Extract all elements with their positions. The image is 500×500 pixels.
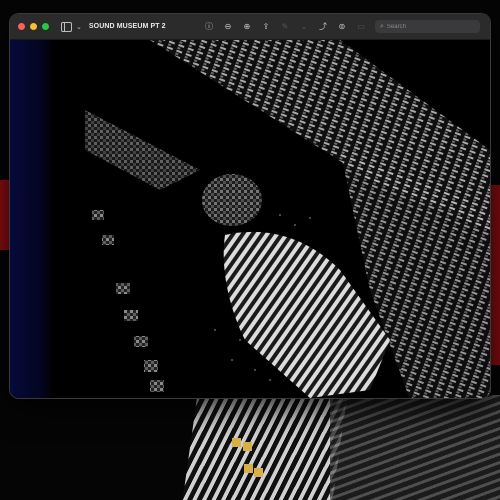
displayed-photo <box>85 40 490 398</box>
share-icon[interactable]: ⇪ <box>261 22 271 31</box>
search-field[interactable]: ⌕ <box>375 20 480 33</box>
info-icon[interactable]: ⓘ <box>204 22 214 31</box>
chevron-down-icon[interactable]: ⌄ <box>76 23 82 31</box>
zoom-out-icon[interactable]: ⊖ <box>223 22 233 31</box>
close-button[interactable] <box>18 23 25 30</box>
preview-window: ⌄ SOUND MUSEUM PT 2 ⓘ ⊖ ⊕ ⇪ ✎ ⌄ ⤴ ⊚ ▭ ⌕ <box>10 14 490 398</box>
wallpaper-pattern <box>330 395 500 500</box>
rotate-icon[interactable]: ⤴ <box>318 22 328 31</box>
document-title: SOUND MUSEUM PT 2 <box>88 23 166 30</box>
title-bar[interactable]: ⌄ SOUND MUSEUM PT 2 ⓘ ⊖ ⊕ ⇪ ✎ ⌄ ⤴ ⊚ ▭ ⌕ <box>10 14 490 40</box>
markup-icon[interactable]: ✎ <box>280 22 290 31</box>
search-icon: ⌕ <box>380 22 384 30</box>
toolbar: ⓘ ⊖ ⊕ ⇪ ✎ ⌄ ⤴ ⊚ ▭ ⌕ <box>204 14 480 39</box>
wallpaper-striped-shirt <box>182 395 348 500</box>
sidebar-icon[interactable] <box>61 21 72 32</box>
image-canvas[interactable] <box>10 40 490 398</box>
zoom-in-icon[interactable]: ⊕ <box>242 22 252 31</box>
form-fill-icon[interactable]: ▭ <box>356 22 366 31</box>
minimize-button[interactable] <box>30 23 37 30</box>
window-controls <box>18 23 49 30</box>
annotate-icon[interactable]: ⊚ <box>337 22 347 31</box>
fullscreen-button[interactable] <box>42 23 49 30</box>
markup-menu-chevron-icon[interactable]: ⌄ <box>299 22 309 31</box>
wallpaper-lit-windows <box>232 438 264 488</box>
search-input[interactable] <box>386 23 472 30</box>
